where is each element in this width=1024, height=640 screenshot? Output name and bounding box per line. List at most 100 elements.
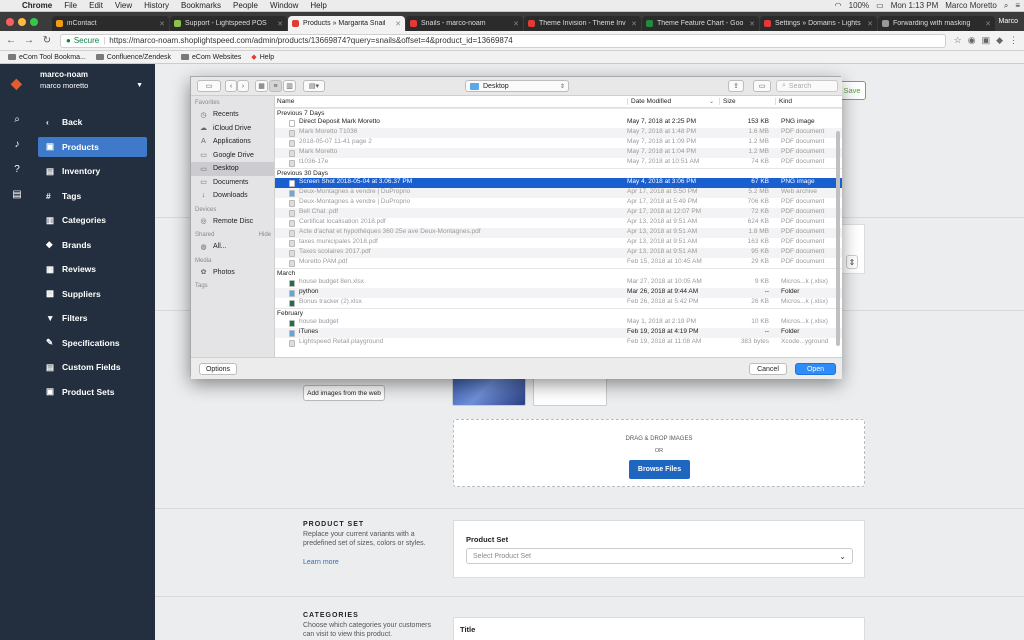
bookmark-folder[interactable]: Confluence/Zendesk — [95, 54, 171, 61]
sidebar-item-brands[interactable]: ◆ Brands — [38, 235, 147, 255]
sidebar-item-tags[interactable]: # Tags — [38, 186, 147, 206]
file-row[interactable]: Screen Shot 2018-05-04 at 3.06.37 PM May … — [275, 178, 842, 188]
file-row[interactable]: t1036-17e May 7, 2018 at 10:51 AM 74 KB PDF… — [275, 158, 842, 168]
file-row[interactable]: house budget 8en.xlsx Mar 27, 2018 at 10:… — [275, 278, 842, 288]
column-view-icon[interactable]: ▥ — [283, 80, 296, 92]
menu-help[interactable]: Help — [310, 1, 326, 10]
browser-tab[interactable]: inContact ✕ — [52, 16, 169, 31]
menu-app[interactable]: Chrome — [22, 1, 52, 10]
sidebar-item-reviews[interactable]: ▦ Reviews — [38, 259, 147, 279]
bookmark-link[interactable]: ◆ Help — [251, 53, 274, 62]
sidebar-item-custom-fields[interactable]: ▤ Custom Fields — [38, 357, 147, 377]
share-icon[interactable]: ⇪ — [728, 80, 744, 92]
store-icon[interactable]: ▤ — [11, 189, 23, 201]
help-icon[interactable]: ? — [11, 164, 23, 176]
browser-tab[interactable]: Theme Invision - Theme Inv ✕ — [524, 16, 641, 31]
browser-tab[interactable]: Products » Margarita Snail ✕ — [288, 16, 405, 31]
menu-view[interactable]: View — [115, 1, 132, 10]
sidebar-location-google-drive[interactable]: ▭ Google Drive — [191, 149, 274, 163]
icon-view-icon[interactable]: ▦ — [255, 80, 268, 92]
location-popup[interactable]: Desktop ⇕ — [465, 80, 569, 92]
close-tab-icon[interactable]: ✕ — [513, 20, 519, 28]
save-button[interactable]: Save — [838, 81, 866, 100]
list-icon[interactable]: ≡ — [1015, 1, 1020, 10]
image-dropzone[interactable]: DRAG & DROP IMAGES OR Browse Files — [453, 419, 865, 487]
sidebar-item-product-sets[interactable]: ▣ Product Sets — [38, 382, 147, 402]
sidebar-item-filters[interactable]: ▼ Filters — [38, 308, 147, 328]
browser-tab[interactable]: Support - Lightspeed POS ✕ — [170, 16, 287, 31]
bookmark-folder[interactable]: eCom Websites — [181, 54, 241, 61]
sidebar-item-categories[interactable]: ▥ Categories — [38, 210, 147, 230]
sidebar-item-specifications[interactable]: ✎ Specifications — [38, 333, 147, 353]
menu-clock[interactable]: Mon 1:13 PM — [891, 1, 939, 10]
browser-tab[interactable]: Settings » Domains - Lights ✕ — [760, 16, 877, 31]
file-row[interactable]: taxes municipales 2018.pdf Apr 13, 2018 a… — [275, 238, 842, 248]
file-row[interactable]: Deux-Montagnes à vendre | DuProprio Apr 1… — [275, 198, 842, 208]
group-by-icon[interactable]: ▤▾ — [303, 80, 325, 92]
extension-icon[interactable]: ◆ — [996, 35, 1003, 46]
column-name-header[interactable]: Name — [277, 98, 627, 105]
account-switcher[interactable]: ◆ marco-noam marco moretto ▼ — [0, 64, 155, 102]
menu-file[interactable]: File — [64, 1, 77, 10]
menu-dots-icon[interactable]: ⋮ — [1009, 35, 1018, 46]
sidebar-location-remote-disc[interactable]: ◎ Remote Disc — [191, 215, 274, 229]
menu-history[interactable]: History — [144, 1, 169, 10]
column-kind-header[interactable]: Kind — [775, 98, 835, 105]
back-arrow-icon[interactable]: ← — [6, 35, 16, 46]
file-row[interactable]: Acte d'achat et hypothèques 360 25e ave … — [275, 228, 842, 238]
file-row[interactable]: Mark Moretto May 7, 2018 at 1:04 PM 1.2 MB… — [275, 148, 842, 158]
file-row[interactable]: Direct Deposit Mark Moretto May 7, 2018 a… — [275, 118, 842, 128]
sidebar-location-documents[interactable]: ▭ Documents — [191, 176, 274, 190]
extension-icon[interactable]: ◉ — [968, 35, 976, 46]
bell-icon[interactable]: ♪ — [11, 139, 23, 151]
sidebar-toggle-icon[interactable]: ▭ — [197, 80, 221, 92]
product-set-select[interactable]: Select Product Set ⌄ — [466, 548, 853, 564]
file-row[interactable]: python Mar 26, 2018 at 9:44 AM -- Folder — [275, 288, 842, 298]
cancel-button[interactable]: Cancel — [749, 363, 787, 375]
extension-icon[interactable]: ▣ — [982, 35, 991, 46]
learn-more-link[interactable]: Learn more — [303, 559, 339, 566]
search-icon[interactable]: ⌕ — [1004, 1, 1008, 11]
sidebar-item-products[interactable]: ▣ Products — [38, 136, 147, 157]
star-icon[interactable]: ☆ — [954, 35, 962, 46]
column-date-header[interactable]: Date Modified — [627, 98, 717, 105]
file-row[interactable]: Bell Chat .pdf Apr 17, 2018 at 12:07 PM 72… — [275, 208, 842, 218]
sidebar-item-suppliers[interactable]: ▩ Suppliers — [38, 284, 147, 304]
sidebar-location-all[interactable]: ◍ All... — [191, 240, 274, 254]
close-tab-icon[interactable]: ✕ — [867, 20, 873, 28]
file-row[interactable]: iTunes Feb 19, 2018 at 4:19 PM -- Folder — [275, 328, 842, 338]
menu-window[interactable]: Window — [270, 1, 298, 10]
menu-user[interactable]: Marco Moretto — [945, 1, 997, 10]
options-button[interactable]: Options — [199, 363, 237, 375]
close-tab-icon[interactable]: ✕ — [749, 20, 755, 28]
sidebar-item-inventory[interactable]: ▤ Inventory — [38, 161, 147, 181]
zoom-window-icon[interactable] — [30, 18, 38, 26]
sidebar-location-icloud-drive[interactable]: ☁ iCloud Drive — [191, 122, 274, 136]
close-tab-icon[interactable]: ✕ — [985, 20, 991, 28]
profile-button[interactable]: Marco — [999, 18, 1024, 25]
browser-tab[interactable]: Snails - marco-noam ✕ — [406, 16, 523, 31]
tag-icon[interactable]: ▭ — [753, 80, 771, 92]
minimize-window-icon[interactable] — [18, 18, 26, 26]
browser-tab[interactable]: Forwarding with masking ✕ — [878, 16, 995, 31]
back-chevron-icon[interactable]: ‹ — [225, 80, 237, 92]
select-control[interactable]: ⇕ — [846, 255, 858, 269]
file-row[interactable]: Taxes scolaires 2017.pdf Apr 13, 2018 at … — [275, 248, 842, 258]
battery-icon[interactable]: ▭ — [876, 1, 884, 10]
close-tab-icon[interactable]: ✕ — [159, 20, 165, 28]
sidebar-location-recents[interactable]: ◷ Recents — [191, 108, 274, 122]
file-row[interactable]: house budget May 1, 2018 at 2:19 PM 10 KB M… — [275, 318, 842, 328]
sidebar-location-applications[interactable]: A Applications — [191, 135, 274, 149]
wifi-icon[interactable]: ◠ — [835, 1, 842, 10]
sidebar-location-downloads[interactable]: ↓ Downloads — [191, 189, 274, 203]
battery-percent[interactable]: 100% — [849, 1, 869, 10]
file-row[interactable]: Mark Moretto T1036 May 7, 2018 at 1:48 PM… — [275, 128, 842, 138]
hide-link[interactable]: Hide — [259, 232, 271, 238]
file-row[interactable]: Moretto PAM.pdf Feb 15, 2018 at 10:45 AM 2… — [275, 258, 842, 268]
column-size-header[interactable]: Size — [719, 98, 769, 105]
scrollbar[interactable] — [836, 131, 840, 346]
close-window-icon[interactable] — [6, 18, 14, 26]
sidebar-location-desktop[interactable]: ▭ Desktop — [191, 162, 274, 176]
file-row[interactable]: Bonus tracker (2).xlsx Feb 26, 2018 at 5:… — [275, 298, 842, 308]
browse-files-button[interactable]: Browse Files — [629, 460, 690, 479]
